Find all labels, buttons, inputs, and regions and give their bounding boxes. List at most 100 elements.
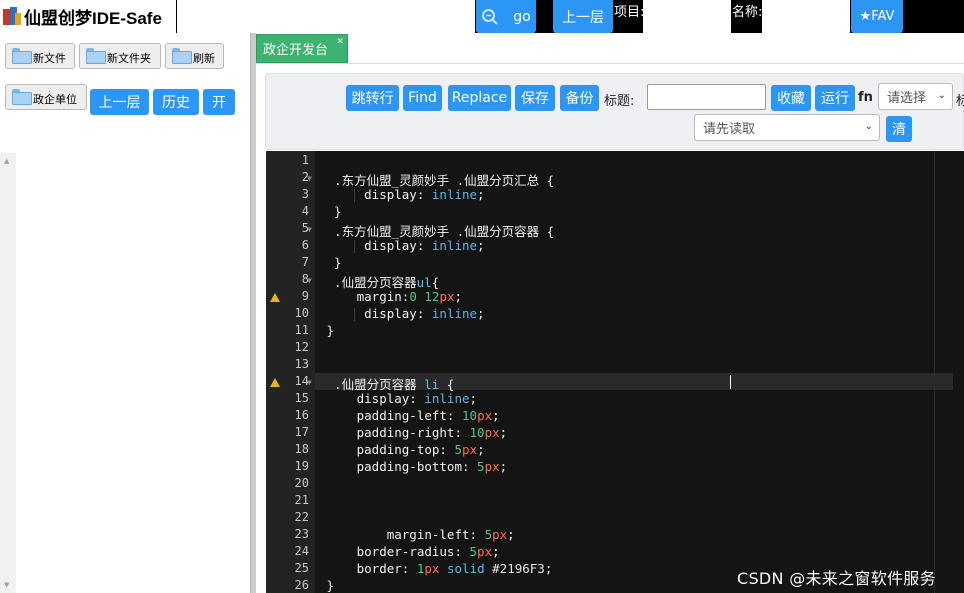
code-line: display: inline;	[319, 306, 485, 321]
collect-button[interactable]: 收藏	[771, 85, 811, 111]
gov-unit-button[interactable]: 政企单位	[5, 84, 87, 110]
fn-select-value: 请选择	[887, 91, 927, 106]
line-number-gutter: 1 2 ▼ 3 4 5 ▼ 6 7 8 ▼ 9 10 11 12 13 14 ▼ 15 16 17 18 19 20 21 22 2…	[266, 151, 315, 593]
fold-arrow-icon[interactable]: ▼	[307, 378, 312, 387]
code-line: padding-top: 5px;	[319, 442, 485, 457]
app-logo: 仙盟创梦IDE-Safe	[0, 0, 176, 33]
line-number: 5	[301, 221, 309, 235]
folder-icon	[172, 48, 192, 64]
line-number: 26	[294, 578, 309, 592]
open-button[interactable]: 开	[203, 89, 235, 115]
code-line: padding-left: 10px;	[319, 408, 500, 423]
folder-icon	[12, 89, 32, 105]
fold-arrow-icon[interactable]: ▼	[307, 225, 312, 234]
tab-strip: 政企开发台 ✕	[256, 33, 964, 64]
top-bar: 仙盟创梦IDE-Safe go 上一层 项目: 名称: ★FAV	[0, 0, 964, 33]
read-select-value: 请先读取	[703, 122, 756, 137]
editor-toolbar: 跳转行 Find Replace 保存 备份 标题: 收藏 运行 fn 请选择 …	[265, 73, 964, 150]
refresh-button[interactable]: 刷新	[165, 43, 224, 69]
app-logo-icon	[2, 6, 22, 27]
path-input[interactable]	[177, 0, 475, 33]
scroll-up-icon[interactable]: ▲	[4, 157, 9, 165]
history-button[interactable]: 历史	[153, 89, 199, 115]
app-title: 仙盟创梦IDE-Safe	[24, 9, 162, 28]
fav-button[interactable]: ★FAV	[851, 0, 903, 33]
text-cursor	[730, 375, 731, 389]
line-number: 20	[294, 476, 309, 490]
line-number: 8	[301, 272, 309, 286]
new-folder-button[interactable]: 新文件夹	[79, 43, 161, 69]
line-number: 10	[294, 306, 309, 320]
code-line: border: 1px solid #2196F3;	[319, 561, 553, 576]
code-line: padding-bottom: 5px;	[319, 459, 508, 474]
print-margin	[934, 151, 935, 593]
fold-arrow-icon[interactable]: ▼	[307, 174, 312, 183]
line-number: 25	[294, 561, 309, 575]
line-number: 24	[294, 544, 309, 558]
code-line: }	[319, 255, 342, 270]
line-number: 16	[294, 408, 309, 422]
up-level-button[interactable]: 上一层	[553, 0, 613, 33]
watermark: CSDN @未来之窗软件服务	[737, 569, 936, 588]
name-input[interactable]	[762, 0, 850, 33]
warning-icon[interactable]	[270, 293, 280, 302]
read-select[interactable]: 请先读取 ⌄	[694, 114, 880, 141]
refresh-label: 刷新	[193, 52, 215, 65]
line-number: 4	[301, 204, 309, 218]
run-button[interactable]: 运行	[815, 85, 855, 111]
line-number: 19	[294, 459, 309, 473]
scroll-down-icon[interactable]: ▼	[4, 581, 9, 589]
warning-icon[interactable]	[270, 378, 280, 387]
new-folder-label: 新文件夹	[107, 52, 151, 65]
tab-dev-console[interactable]: 政企开发台 ✕	[256, 34, 348, 63]
title-label: 标题:	[604, 94, 635, 109]
sidebar-scrollbar[interactable]: ▲ ▼	[0, 153, 16, 593]
find-button[interactable]: Find	[403, 85, 442, 111]
line-number: 17	[294, 425, 309, 439]
line-number: 21	[294, 493, 309, 507]
line-number: 3	[301, 187, 309, 201]
fn-label: fn	[858, 90, 873, 105]
clear-button[interactable]: 清	[886, 116, 912, 142]
line-number: 2	[301, 170, 309, 184]
save-button[interactable]: 保存	[515, 85, 555, 111]
code-line: display: inline;	[319, 238, 485, 253]
title-input[interactable]	[647, 84, 766, 110]
sidebar-up-button[interactable]: 上一层	[90, 89, 149, 115]
line-number: 14	[294, 374, 309, 388]
code-line: }	[319, 204, 342, 219]
code-line: display: inline;	[319, 391, 478, 406]
go-button[interactable]: go	[476, 0, 536, 33]
goto-line-button[interactable]: 跳转行	[346, 85, 399, 111]
code-editor[interactable]: 1 2 ▼ 3 4 5 ▼ 6 7 8 ▼ 9 10 11 12 13 14 ▼ 15 16 17 18 19 20 21 22 2…	[266, 151, 964, 593]
name-label: 名称:	[732, 5, 763, 20]
line-number: 18	[294, 442, 309, 456]
code-line: }	[319, 578, 335, 593]
code-line: padding-right: 10px;	[319, 425, 508, 440]
new-file-button[interactable]: 新文件	[5, 43, 75, 69]
fold-arrow-icon[interactable]: ▼	[307, 276, 312, 285]
folder-icon	[12, 48, 32, 64]
line-number: 7	[301, 255, 309, 269]
code-line: margin-left: 5px;	[319, 527, 515, 542]
backup-button[interactable]: 备份	[560, 85, 599, 111]
project-input[interactable]	[643, 0, 731, 33]
search-icon	[482, 8, 498, 25]
line-number: 15	[294, 391, 309, 405]
go-label: go	[513, 8, 531, 25]
close-icon[interactable]: ✕	[336, 37, 344, 47]
replace-button[interactable]: Replace	[448, 85, 511, 111]
editor-scrollbar[interactable]	[953, 151, 964, 593]
code-line: border-radius: 5px;	[319, 544, 500, 559]
chevron-down-icon: ⌄	[864, 121, 873, 132]
line-number: 23	[294, 527, 309, 541]
line-number: 22	[294, 510, 309, 524]
line-number: 1	[301, 153, 309, 167]
new-file-label: 新文件	[33, 52, 66, 65]
fn-select[interactable]: 请选择 ⌄	[878, 83, 953, 110]
sidebar: 新文件 新文件夹 刷新 政企单位 上一层 历史 开 ▲ ▼	[0, 33, 250, 593]
line-number: 13	[294, 357, 309, 371]
project-label: 项目:	[614, 5, 645, 20]
chevron-down-icon: ⌄	[937, 90, 946, 101]
tab-label: 政企开发台	[263, 43, 329, 58]
